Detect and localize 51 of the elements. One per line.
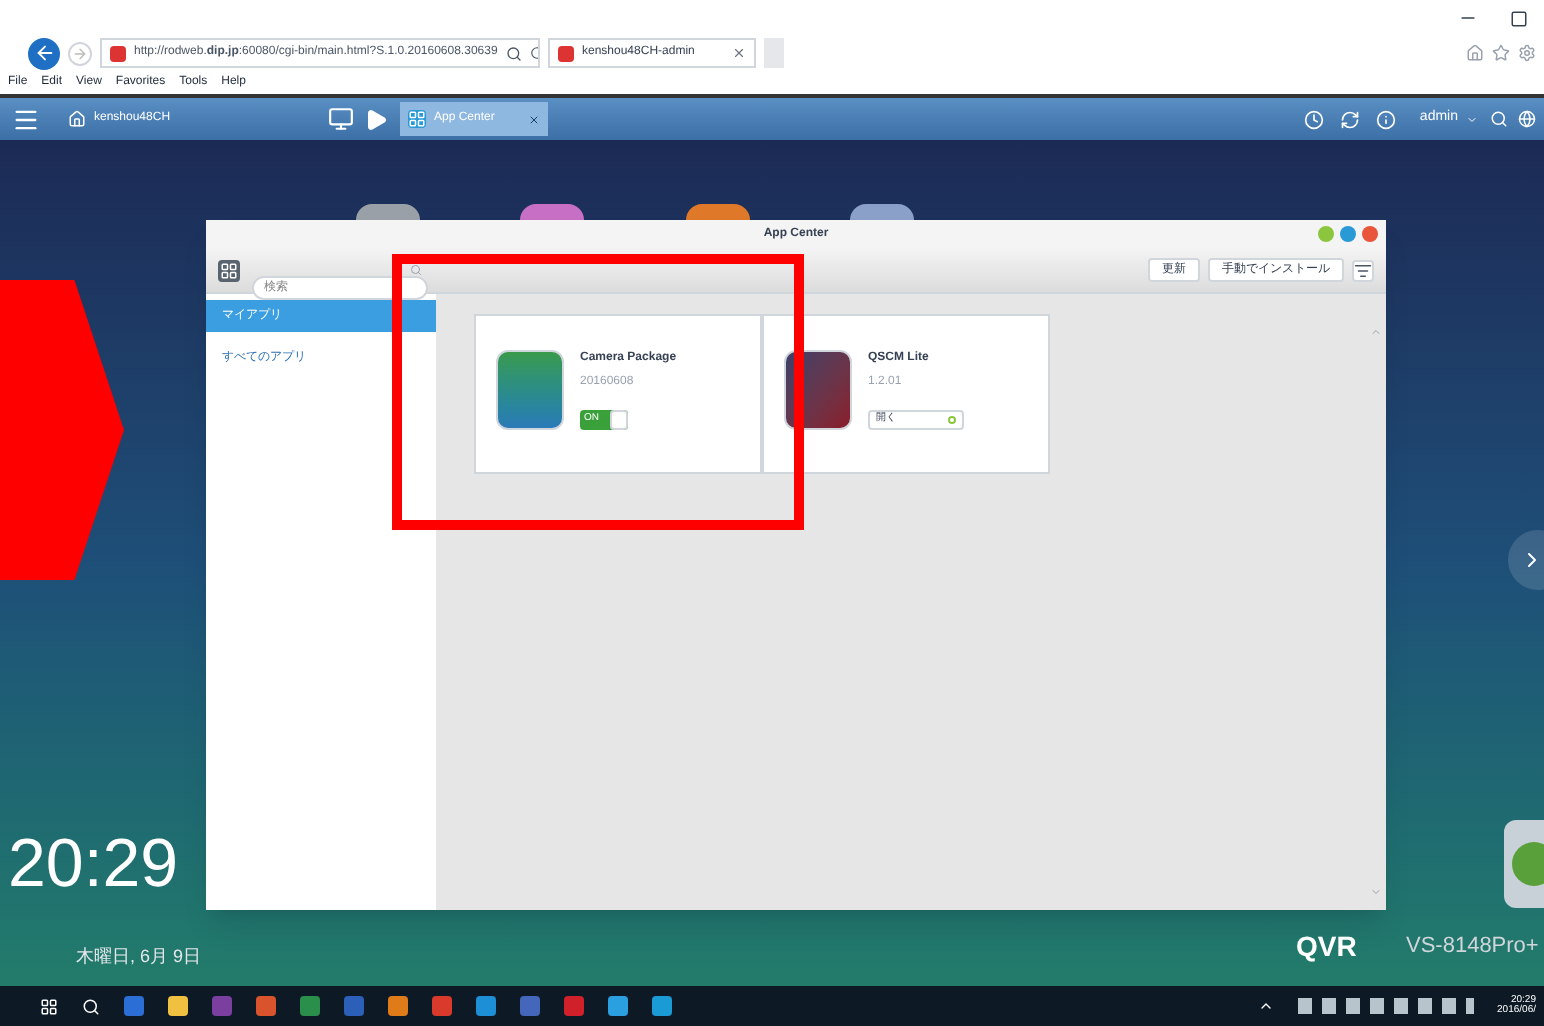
tray-expand-icon[interactable] bbox=[1257, 998, 1274, 1014]
taskbar-app-icon[interactable] bbox=[476, 996, 496, 1016]
taskbar-app-icon[interactable] bbox=[388, 996, 408, 1016]
maximize-button[interactable] bbox=[1340, 226, 1356, 242]
caret-icon[interactable] bbox=[1466, 113, 1478, 125]
brand-text: QVR bbox=[1296, 928, 1357, 966]
taskbar-app-icon[interactable] bbox=[608, 996, 628, 1016]
close-icon[interactable] bbox=[732, 46, 746, 60]
toggle-knob bbox=[610, 410, 628, 430]
taskbar-app-icon[interactable] bbox=[168, 996, 188, 1016]
gauge-dial-icon bbox=[1512, 842, 1544, 886]
app-shortcut-icon[interactable] bbox=[850, 204, 914, 220]
info-icon[interactable] bbox=[1375, 109, 1396, 129]
site-icon bbox=[110, 45, 126, 61]
maximize-icon[interactable] bbox=[1510, 9, 1528, 27]
clock-date: 木曜日, 6月 9日 bbox=[76, 944, 202, 970]
taskbar-app-icon[interactable] bbox=[212, 996, 232, 1016]
globe-icon[interactable] bbox=[1518, 110, 1536, 128]
clock-time: 20:29 bbox=[8, 830, 179, 898]
taskbar-app-icon[interactable] bbox=[124, 996, 144, 1016]
site-icon bbox=[558, 45, 574, 61]
forward-arrow-icon bbox=[72, 45, 88, 61]
status-ring-icon bbox=[948, 416, 956, 424]
view-toggle-icon[interactable] bbox=[218, 259, 240, 281]
home-icon[interactable] bbox=[1466, 44, 1484, 62]
play-icon[interactable] bbox=[364, 107, 388, 131]
menu-icon[interactable] bbox=[12, 105, 40, 133]
taskbar-app-icon[interactable] bbox=[564, 996, 584, 1016]
settings-icon[interactable] bbox=[1518, 44, 1536, 62]
list-menu-icon[interactable] bbox=[1352, 259, 1374, 281]
app-shortcut-icon[interactable] bbox=[520, 204, 584, 220]
taskbar-app-icon[interactable] bbox=[652, 996, 672, 1016]
grid-icon bbox=[408, 110, 426, 128]
close-button[interactable] bbox=[1362, 226, 1378, 242]
app-shortcut-icon[interactable] bbox=[356, 204, 420, 220]
star-icon[interactable] bbox=[1492, 44, 1510, 62]
clock-icon[interactable] bbox=[1303, 109, 1324, 129]
taskbar-app-icon[interactable] bbox=[344, 996, 364, 1016]
windows-logo-icon[interactable] bbox=[40, 997, 58, 1015]
monitor-icon[interactable] bbox=[328, 106, 354, 132]
taskbar-app-icon[interactable] bbox=[432, 996, 452, 1016]
search-icon[interactable] bbox=[505, 45, 522, 61]
back-button[interactable] bbox=[28, 37, 60, 69]
taskbar-app-icon[interactable] bbox=[256, 996, 276, 1016]
model-text: VS-8148Pro+ bbox=[1406, 932, 1539, 962]
taskbar-app-icon[interactable] bbox=[300, 996, 320, 1016]
back-arrow-icon bbox=[33, 42, 55, 64]
close-icon[interactable] bbox=[528, 113, 540, 125]
app-shortcut-icon[interactable] bbox=[686, 204, 750, 220]
taskbar-app-icon[interactable] bbox=[520, 996, 540, 1016]
sync-icon[interactable] bbox=[1339, 109, 1360, 129]
